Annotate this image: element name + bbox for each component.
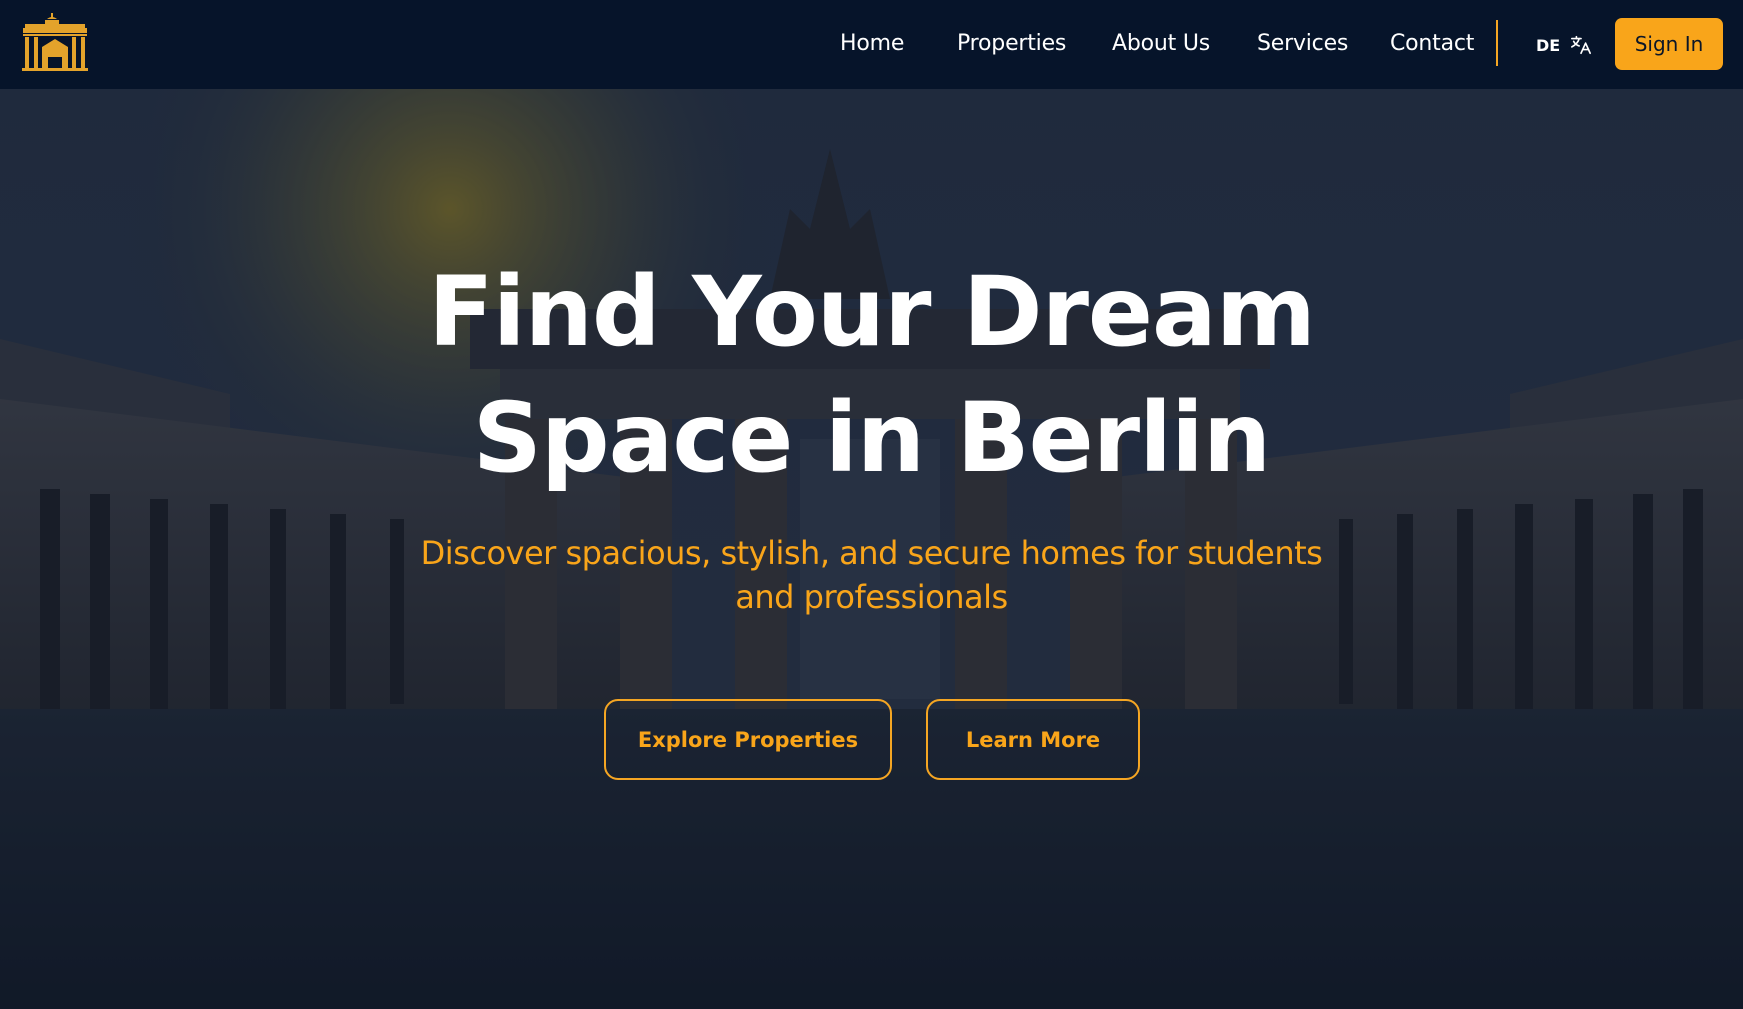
language-switcher[interactable]: DE — [1536, 30, 1592, 60]
hero-title-line-2: Space in Berlin — [472, 382, 1272, 494]
learn-more-button[interactable]: Learn More — [926, 699, 1140, 780]
main-nav: Home Properties About Us Services Contac… — [0, 0, 1743, 89]
page: Home Properties About Us Services Contac… — [0, 0, 1743, 1009]
hero-subtitle: Discover spacious, stylish, and secure h… — [420, 534, 1323, 616]
nav-about-us[interactable]: About Us — [1112, 28, 1210, 60]
nav-divider — [1496, 20, 1498, 66]
explore-properties-button[interactable]: Explore Properties — [604, 699, 892, 780]
translate-icon — [1571, 35, 1592, 55]
nav-home[interactable]: Home — [840, 28, 904, 60]
hero-title-line-1: Find Your Dream — [428, 256, 1316, 368]
nav-contact[interactable]: Contact — [1390, 28, 1474, 60]
sign-in-button[interactable]: Sign In — [1615, 18, 1723, 70]
navbar: Home Properties About Us Services Contac… — [0, 0, 1743, 89]
nav-services[interactable]: Services — [1257, 28, 1348, 60]
nav-properties[interactable]: Properties — [957, 28, 1066, 60]
language-code: DE — [1536, 35, 1561, 55]
hero-title: Find Your Dream Space in Berlin — [0, 249, 1743, 501]
hero-section: Find Your Dream Space in Berlin Discover… — [0, 89, 1743, 1009]
